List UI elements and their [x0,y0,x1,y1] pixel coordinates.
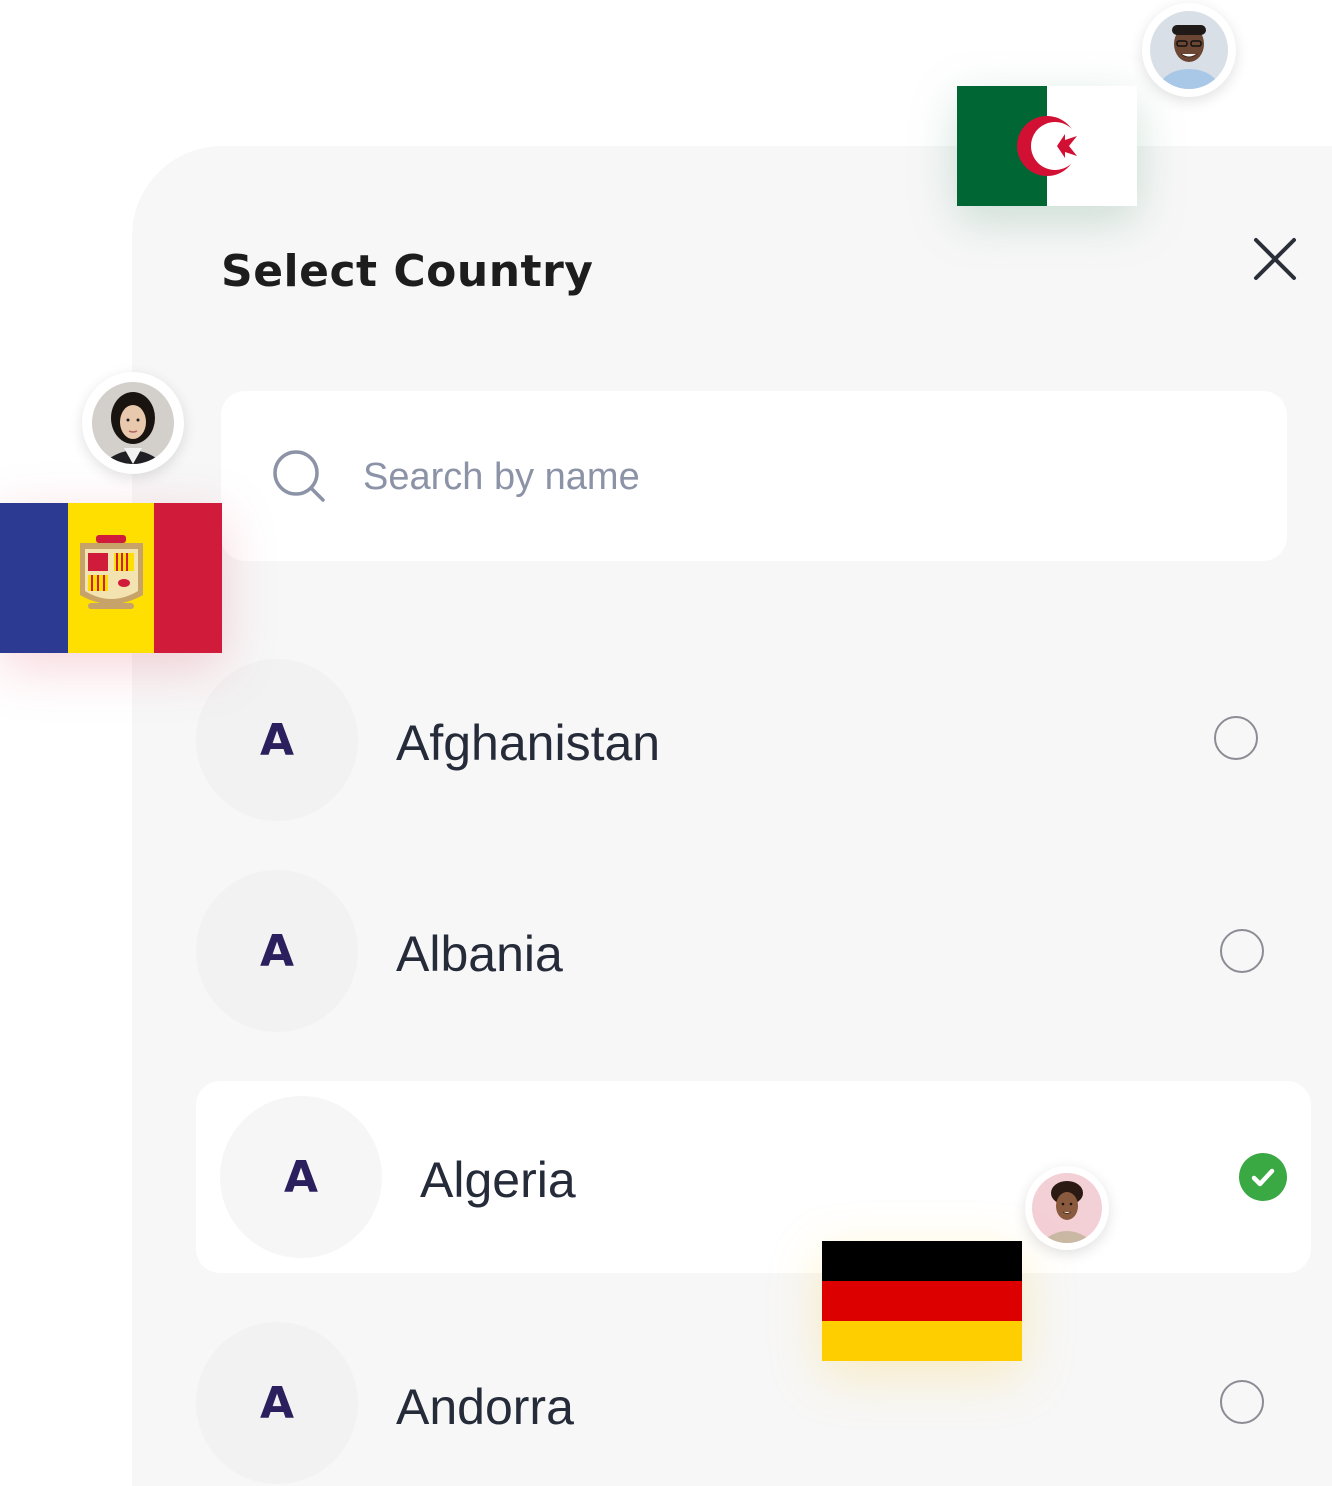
germany-flag-icon [822,1241,1022,1361]
country-row-algeria[interactable]: A Algeria [196,1081,1311,1273]
close-button[interactable] [1250,234,1300,284]
andorra-flag-icon [0,503,222,653]
search-icon [273,450,325,502]
letter-avatar: A [196,659,358,821]
search-box[interactable] [221,391,1287,561]
close-icon [1254,238,1296,280]
letter-avatar: A [196,870,358,1032]
country-name: Algeria [420,1152,576,1208]
country-row-afghanistan[interactable]: A Afghanistan [196,658,1296,822]
country-name: Albania [396,926,563,982]
woman-avatar-2-icon [1032,1173,1102,1243]
check-icon [1251,1168,1275,1187]
country-name: Andorra [396,1379,574,1435]
woman-avatar-icon [92,382,174,464]
country-letter: A [259,925,295,977]
woman-avatar [82,372,184,474]
radio-button[interactable] [1214,716,1258,760]
radio-button[interactable] [1220,929,1264,973]
man-avatar [1142,3,1236,97]
letter-avatar: A [196,1322,358,1484]
country-name: Afghanistan [396,715,661,771]
woman-avatar-2 [1025,1166,1109,1250]
selected-check[interactable] [1239,1153,1287,1201]
country-letter: A [259,1377,295,1429]
radio-button[interactable] [1220,1380,1264,1424]
dialog-title: Select Country [221,246,594,297]
country-letter: A [259,714,295,766]
man-avatar-icon [1150,11,1228,89]
algeria-flag-icon [957,86,1137,206]
search-input[interactable] [361,446,1245,508]
letter-avatar: A [220,1096,382,1258]
country-row-andorra[interactable]: A Andorra [196,1322,1296,1486]
country-letter: A [283,1151,319,1203]
country-row-albania[interactable]: A Albania [196,869,1296,1033]
